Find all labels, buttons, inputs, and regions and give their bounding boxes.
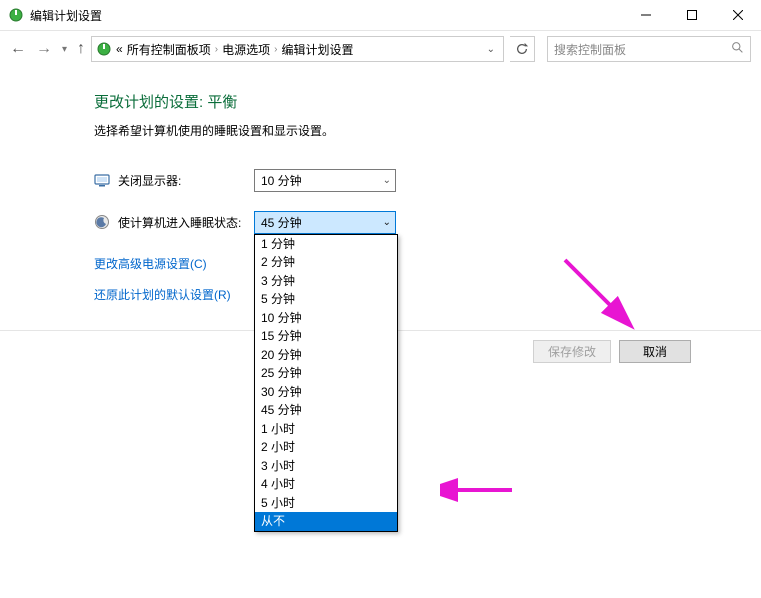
advanced-power-settings-link[interactable]: 更改高级电源设置(C): [94, 255, 761, 272]
sleep-option[interactable]: 5 分钟: [255, 290, 397, 309]
sleep-option[interactable]: 20 分钟: [255, 346, 397, 365]
sleep-option[interactable]: 1 分钟: [255, 235, 397, 254]
sleep-option[interactable]: 25 分钟: [255, 364, 397, 383]
minimize-button[interactable]: [623, 0, 669, 30]
sleep-value: 45 分钟: [261, 214, 302, 231]
maximize-button[interactable]: [669, 0, 715, 30]
forward-button: →: [36, 40, 52, 58]
sleep-label: 使计算机进入睡眠状态:: [118, 214, 254, 231]
sleep-option[interactable]: 2 小时: [255, 438, 397, 457]
chevron-right-icon[interactable]: ›: [274, 44, 277, 55]
plan-name: 平衡: [207, 94, 237, 111]
close-button[interactable]: [715, 0, 761, 30]
back-button[interactable]: ←: [10, 40, 26, 58]
footer-buttons: 保存修改 取消: [533, 340, 691, 363]
sleep-option[interactable]: 3 小时: [255, 457, 397, 476]
chevron-right-icon[interactable]: ›: [215, 44, 218, 55]
sleep-option[interactable]: 30 分钟: [255, 383, 397, 402]
window-title: 编辑计划设置: [30, 7, 102, 24]
turn-off-display-label: 关闭显示器:: [118, 172, 254, 189]
address-dropdown-icon[interactable]: ⌄: [483, 44, 499, 55]
sleep-option[interactable]: 1 小时: [255, 420, 397, 439]
save-button: 保存修改: [533, 340, 611, 363]
nav-arrows: ← → ▾ ↑: [10, 40, 85, 58]
restore-defaults-link[interactable]: 还原此计划的默认设置(R): [94, 286, 761, 303]
display-icon: [94, 172, 110, 188]
turn-off-display-row: 关闭显示器: 10 分钟 ⌄: [94, 167, 761, 193]
turn-off-display-value: 10 分钟: [261, 172, 302, 189]
chevron-down-icon: ⌄: [383, 217, 391, 228]
navigation-bar: ← → ▾ ↑ « 所有控制面板项 › 电源选项 › 编辑计划设置 ⌄ 搜索控制…: [0, 31, 761, 67]
sleep-select[interactable]: 45 分钟 ⌄: [254, 211, 396, 234]
sleep-option[interactable]: 从不: [255, 512, 397, 531]
search-placeholder: 搜索控制面板: [554, 41, 626, 58]
sleep-icon: [94, 214, 110, 230]
sleep-option[interactable]: 3 分钟: [255, 272, 397, 291]
sleep-option[interactable]: 5 小时: [255, 494, 397, 513]
breadcrumb-item[interactable]: 编辑计划设置: [281, 41, 353, 58]
title-bar: 编辑计划设置: [0, 0, 761, 31]
window-controls: [623, 0, 761, 30]
sleep-row: 使计算机进入睡眠状态: 45 分钟 ⌄: [94, 209, 761, 235]
sleep-dropdown-list[interactable]: 1 分钟2 分钟3 分钟5 分钟10 分钟15 分钟20 分钟25 分钟30 分…: [254, 234, 398, 532]
sleep-option[interactable]: 2 分钟: [255, 253, 397, 272]
search-icon: [731, 41, 744, 57]
breadcrumb-item[interactable]: 电源选项: [222, 41, 270, 58]
breadcrumb-item[interactable]: 所有控制面板项: [127, 41, 211, 58]
sleep-option[interactable]: 4 小时: [255, 475, 397, 494]
turn-off-display-select[interactable]: 10 分钟 ⌄: [254, 169, 396, 192]
refresh-button[interactable]: [510, 36, 535, 62]
links-section: 更改高级电源设置(C) 还原此计划的默认设置(R): [94, 255, 761, 303]
chevron-down-icon: ⌄: [383, 175, 391, 186]
sleep-option[interactable]: 10 分钟: [255, 309, 397, 328]
up-button[interactable]: ↑: [77, 40, 85, 58]
power-options-icon: [8, 7, 24, 23]
cancel-button[interactable]: 取消: [619, 340, 691, 363]
sleep-option[interactable]: 15 分钟: [255, 327, 397, 346]
page-title: 更改计划的设置: 平衡: [94, 91, 761, 112]
recent-locations-dropdown[interactable]: ▾: [62, 44, 67, 55]
search-input[interactable]: 搜索控制面板: [547, 36, 751, 62]
page-subtitle: 选择希望计算机使用的睡眠设置和显示设置。: [94, 122, 761, 139]
page-title-prefix: 更改计划的设置:: [94, 94, 207, 111]
power-options-icon: [96, 41, 112, 57]
breadcrumb-prefix[interactable]: «: [116, 42, 123, 56]
sleep-option[interactable]: 45 分钟: [255, 401, 397, 420]
annotation-arrow-icon: [440, 470, 520, 510]
address-bar[interactable]: « 所有控制面板项 › 电源选项 › 编辑计划设置 ⌄: [91, 36, 504, 62]
